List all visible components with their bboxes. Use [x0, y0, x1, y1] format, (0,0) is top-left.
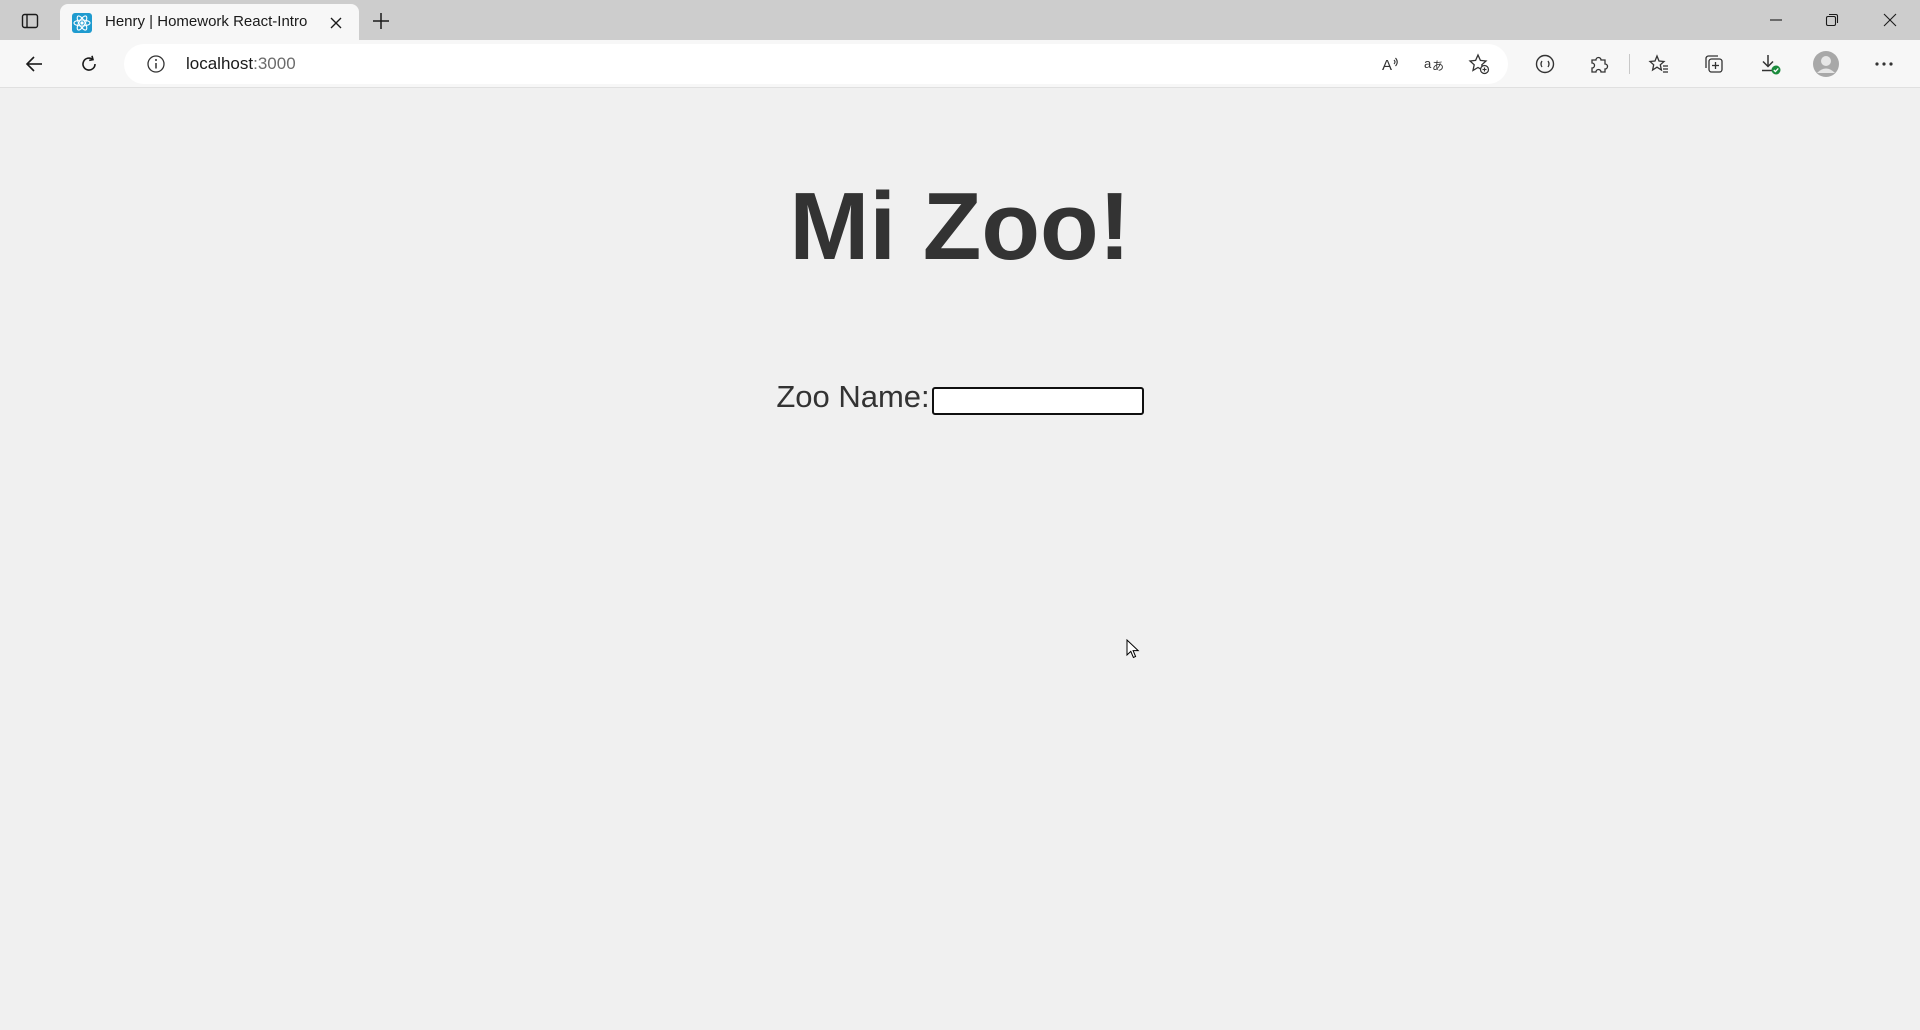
restore-button[interactable]	[1804, 0, 1860, 40]
extensions-button[interactable]	[1581, 48, 1617, 80]
zoo-name-label: Zoo Name:	[776, 379, 930, 414]
settings-more-button[interactable]	[1866, 48, 1902, 80]
restore-icon	[1825, 13, 1839, 27]
back-arrow-icon	[24, 54, 44, 74]
profile-button[interactable]	[1808, 48, 1844, 80]
url-host: localhost	[186, 54, 254, 73]
read-aloud-button[interactable]: A	[1374, 50, 1406, 78]
tab-actions-button[interactable]	[12, 6, 48, 36]
puzzle-icon	[1588, 53, 1610, 75]
collections-button[interactable]	[1696, 48, 1732, 80]
svg-text:あ: あ	[1432, 59, 1444, 73]
favorites-icon	[1648, 53, 1670, 75]
tab-actions-icon	[21, 12, 39, 30]
translate-button[interactable]: a あ	[1418, 50, 1450, 78]
tracking-prevention-icon	[1534, 53, 1556, 75]
address-bar[interactable]: localhost:3000 A a あ	[124, 44, 1508, 84]
refresh-button[interactable]	[71, 48, 107, 80]
more-dots-icon	[1874, 61, 1894, 67]
back-button[interactable]	[16, 48, 52, 80]
page-title: Mi Zoo!	[789, 173, 1131, 280]
zoo-name-form: Zoo Name:	[0, 379, 1920, 415]
info-icon[interactable]	[146, 54, 166, 74]
url-port: :3000	[253, 54, 296, 73]
mouse-pointer-icon	[1126, 639, 1140, 659]
add-favorite-button[interactable]	[1463, 50, 1495, 78]
favorites-button[interactable]	[1641, 48, 1677, 80]
toolbar-divider	[1629, 54, 1630, 74]
tab-close-button[interactable]	[326, 13, 346, 33]
zoo-name-input[interactable]	[931, 387, 1144, 415]
read-aloud-icon: A	[1380, 54, 1400, 74]
svg-text:A: A	[1382, 57, 1392, 74]
react-logo-icon	[72, 13, 92, 33]
tracking-prevention-button[interactable]	[1527, 48, 1563, 80]
download-icon	[1758, 52, 1782, 76]
svg-text:a: a	[1424, 56, 1432, 71]
minimize-icon	[1769, 13, 1783, 27]
tab-title: Henry | Homework React-Intro	[105, 13, 308, 30]
collections-icon	[1703, 53, 1725, 75]
browser-toolbar: localhost:3000 A a あ	[0, 40, 1920, 88]
plus-icon	[372, 12, 390, 30]
tab-strip: Henry | Homework React-Intro	[0, 0, 1920, 40]
active-tab[interactable]: Henry | Homework React-Intro	[60, 4, 359, 40]
translate-icon: a あ	[1423, 54, 1445, 74]
refresh-icon	[79, 54, 99, 74]
avatar-icon	[1812, 50, 1840, 78]
new-tab-button[interactable]	[365, 6, 397, 36]
url-text[interactable]: localhost:3000	[186, 54, 296, 74]
close-icon	[1883, 13, 1897, 27]
close-window-button[interactable]	[1862, 0, 1918, 40]
page-content: Mi Zoo! Zoo Name:	[0, 89, 1920, 1030]
downloads-button[interactable]	[1752, 48, 1788, 80]
close-icon	[330, 17, 342, 29]
minimize-button[interactable]	[1748, 0, 1804, 40]
star-plus-icon	[1468, 53, 1490, 75]
